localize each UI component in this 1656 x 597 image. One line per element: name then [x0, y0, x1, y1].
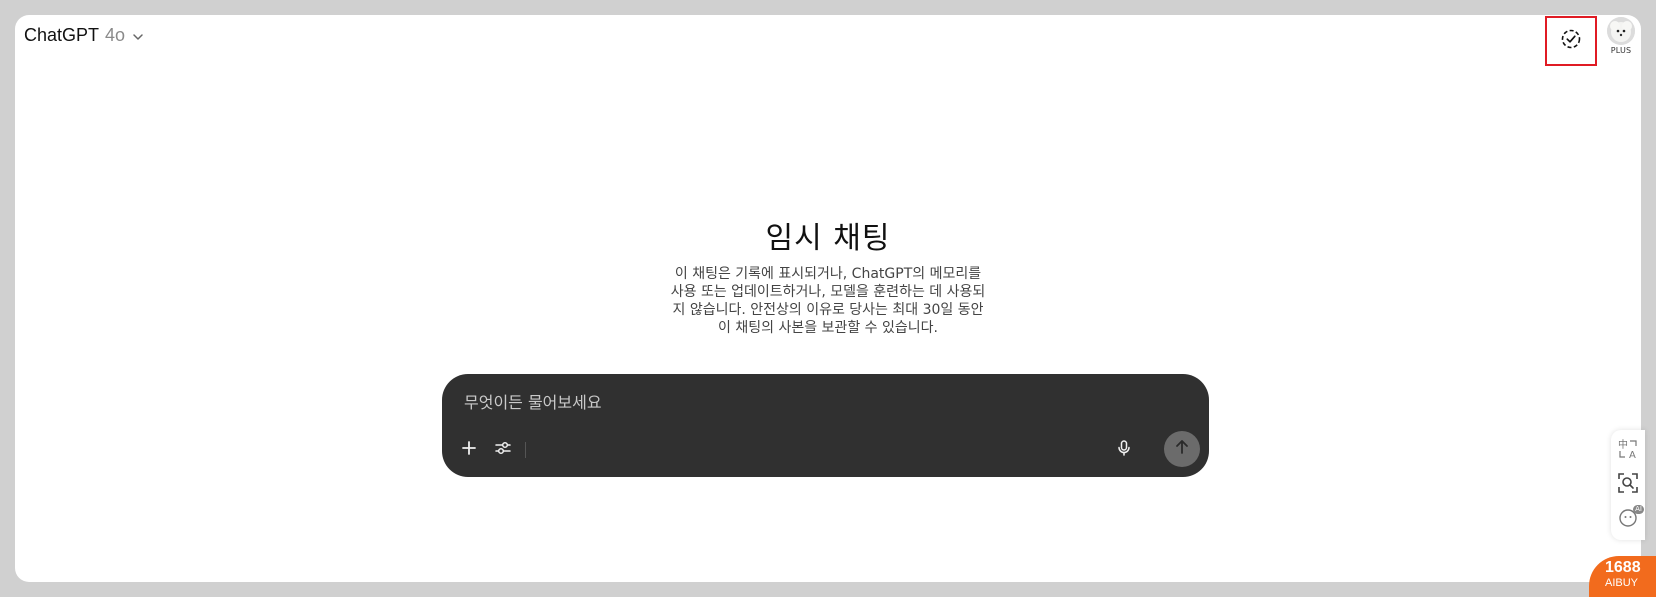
translate-button[interactable]: 中 A: [1614, 437, 1642, 465]
translate-icon: 中 A: [1617, 438, 1639, 464]
brand-number: 1688: [1605, 559, 1641, 576]
image-search-button[interactable]: [1614, 471, 1642, 499]
model-version: 4o: [105, 25, 126, 45]
chevron-down-icon: [131, 29, 145, 43]
model-switcher[interactable]: ChatGPT 4o: [20, 23, 149, 48]
image-search-icon: [1617, 472, 1639, 498]
ai-assistant-button[interactable]: AI: [1614, 505, 1644, 533]
add-attachment-button[interactable]: [454, 435, 484, 465]
send-button[interactable]: [1164, 431, 1200, 467]
prompt-input[interactable]: [462, 386, 1166, 418]
aibuy-brand-badge[interactable]: 1688 AIBUY: [1589, 556, 1656, 597]
sliders-icon: [494, 439, 512, 461]
dashed-circle-check-icon: [1560, 28, 1582, 54]
microphone-icon: [1115, 439, 1133, 461]
temporary-chat-toggle-button[interactable]: [1545, 16, 1597, 66]
chatgpt-app-window: ChatGPT 4o PLUS 임시 채팅 이 채팅은 기록에 표시되거나, C…: [15, 15, 1641, 582]
browser-viewport: ChatGPT 4o PLUS 임시 채팅 이 채팅은 기록에 표시되거나, C…: [0, 0, 1656, 597]
ai-tag: AI: [1633, 505, 1644, 514]
message-composer: [442, 374, 1209, 477]
brand-name: AIBUY: [1605, 577, 1639, 589]
avatar: [1607, 17, 1635, 45]
page-title: 임시 채팅: [765, 221, 891, 256]
arrow-up-icon: [1173, 438, 1191, 460]
plan-badge: PLUS: [1610, 46, 1632, 55]
svg-text:中: 中: [1618, 438, 1628, 451]
voice-input-button[interactable]: [1109, 435, 1139, 465]
temporary-chat-description: 이 채팅은 기록에 표시되거나, ChatGPT의 메모리를 사용 또는 업데이…: [670, 266, 986, 336]
tools-button[interactable]: [488, 435, 518, 465]
temporary-chat-intro: 임시 채팅 이 채팅은 기록에 표시되거나, ChatGPT의 메모리를 사용 …: [15, 213, 1641, 337]
toolbar-divider: [525, 442, 526, 458]
extension-toolbar: 中 A AI: [1611, 430, 1645, 540]
profile-menu-button[interactable]: PLUS: [1605, 17, 1637, 61]
plus-icon: [461, 440, 477, 460]
svg-text:A: A: [1629, 450, 1636, 460]
model-name: ChatGPT: [24, 25, 100, 45]
